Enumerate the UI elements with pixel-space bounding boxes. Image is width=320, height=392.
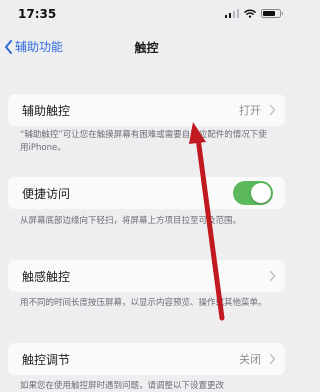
assistive-touch-row[interactable]: 辅助触控 打开 <box>8 94 285 126</box>
reachability-footer: 从屏幕底部边缘向下轻扫，将屏幕上方项目拉至可及范围。 <box>20 216 242 226</box>
page-title: 触控 <box>134 41 159 55</box>
touch-accommodations-label: 触控调节 <box>22 353 71 367</box>
cellular-signal-icon <box>224 9 239 18</box>
haptic-touch-label: 触感触控 <box>22 270 71 284</box>
haptic-touch-row[interactable]: 触感触控 <box>8 260 285 292</box>
toggle-knob <box>251 183 271 203</box>
battery-icon <box>261 9 283 18</box>
chevron-right-icon <box>269 270 276 282</box>
touch-accommodations-row[interactable]: 触控调节 关闭 <box>8 343 285 375</box>
reachability-toggle[interactable] <box>233 181 273 205</box>
touch-accommodations-footer: 如果您在使用触控屏时遇到问题，请调整以下设置更改 <box>20 381 225 391</box>
touch-accommodations-value: 关闭 <box>239 353 261 366</box>
reachability-label: 便捷访问 <box>22 187 71 201</box>
navigation-bar: 辅助功能 触控 <box>0 30 293 66</box>
status-bar: 17:35 <box>0 0 293 30</box>
reachability-row: 便捷访问 <box>8 177 285 209</box>
assistive-touch-value: 打开 <box>239 104 261 117</box>
haptic-touch-footer: 用不同的时间长度按压屏幕，以显示内容预览、操作或其他菜单。 <box>20 298 267 308</box>
chevron-right-icon <box>269 353 276 365</box>
assistive-touch-footer: “辅助触控”可让您在触摸屏幕有困难或需要自适应配件的情况下使用iPhone。 <box>20 130 267 153</box>
chevron-right-icon <box>269 104 276 116</box>
assistive-touch-label: 辅助触控 <box>22 104 71 118</box>
wifi-icon <box>244 9 256 18</box>
status-time: 17:35 <box>18 7 57 21</box>
status-icons <box>224 9 283 18</box>
